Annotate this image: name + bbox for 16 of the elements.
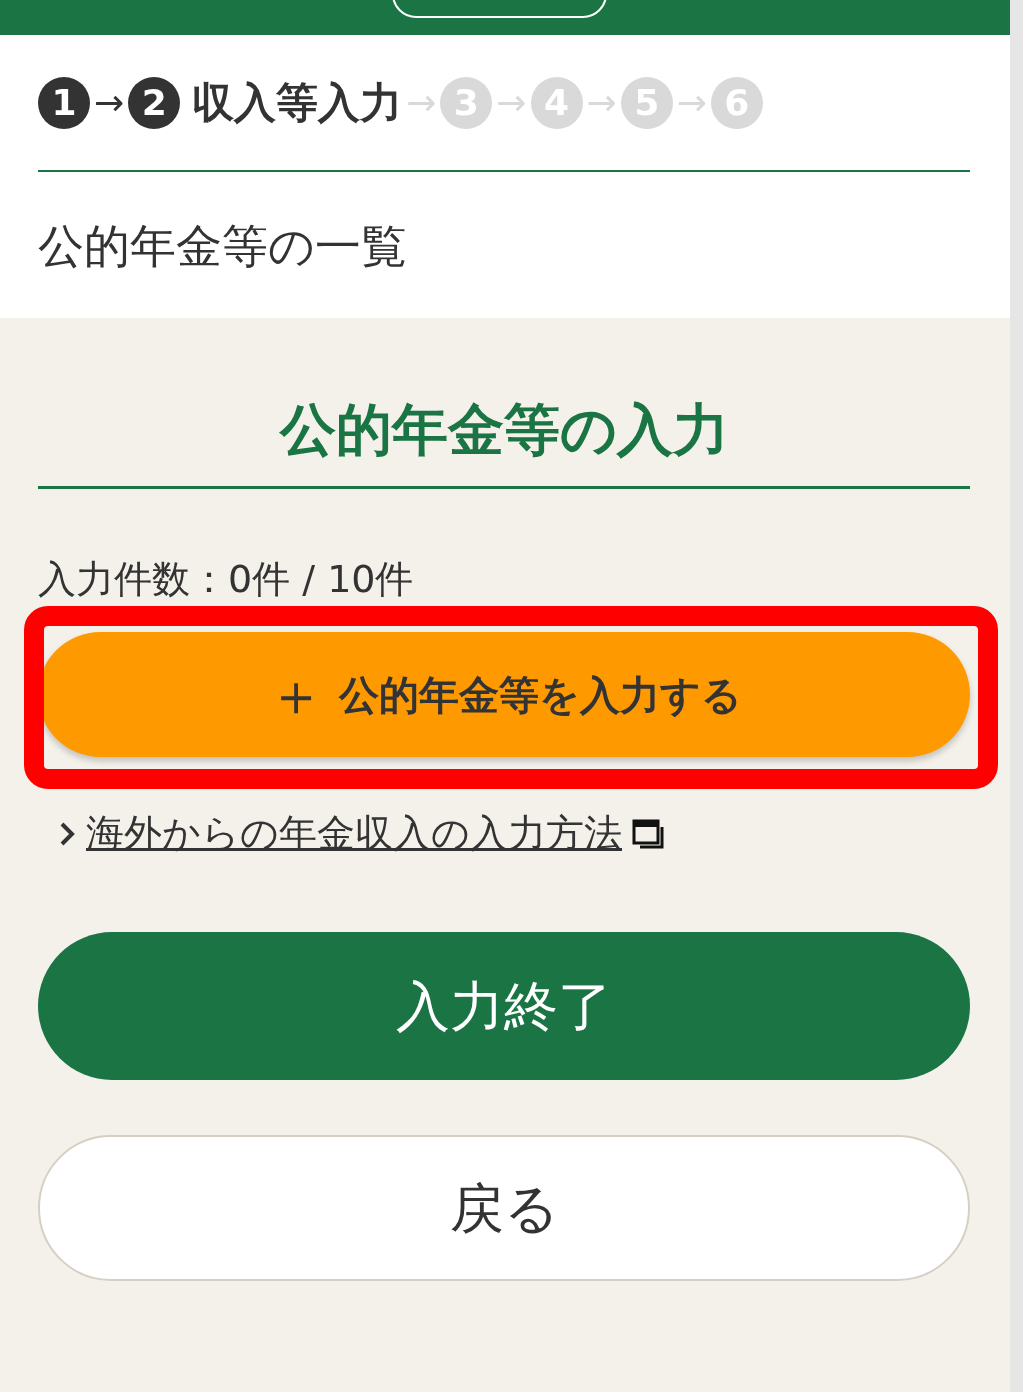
arrow-icon: → <box>586 84 617 121</box>
arrow-icon: → <box>676 84 707 121</box>
step-number: 1 <box>38 76 90 129</box>
new-window-icon <box>632 818 664 849</box>
page-title: 公的年金等の一覧 <box>38 218 408 275</box>
back-button[interactable]: 戻る <box>38 1135 970 1281</box>
entry-count: 入力件数：0件 / 10件 <box>38 556 415 603</box>
step-label: 収入等入力 <box>192 77 403 129</box>
chevron-icon <box>58 820 76 847</box>
help-link[interactable]: 海外からの年金収入の入力方法 <box>86 805 622 862</box>
step-number: 2 <box>128 76 181 129</box>
finish-input-button[interactable]: 入力終了 <box>38 932 970 1080</box>
arrow-icon: → <box>94 84 125 121</box>
section-title: 公的年金等の入力 <box>38 388 970 489</box>
arrow-icon: → <box>496 84 527 121</box>
arrow-icon: → <box>406 84 437 121</box>
